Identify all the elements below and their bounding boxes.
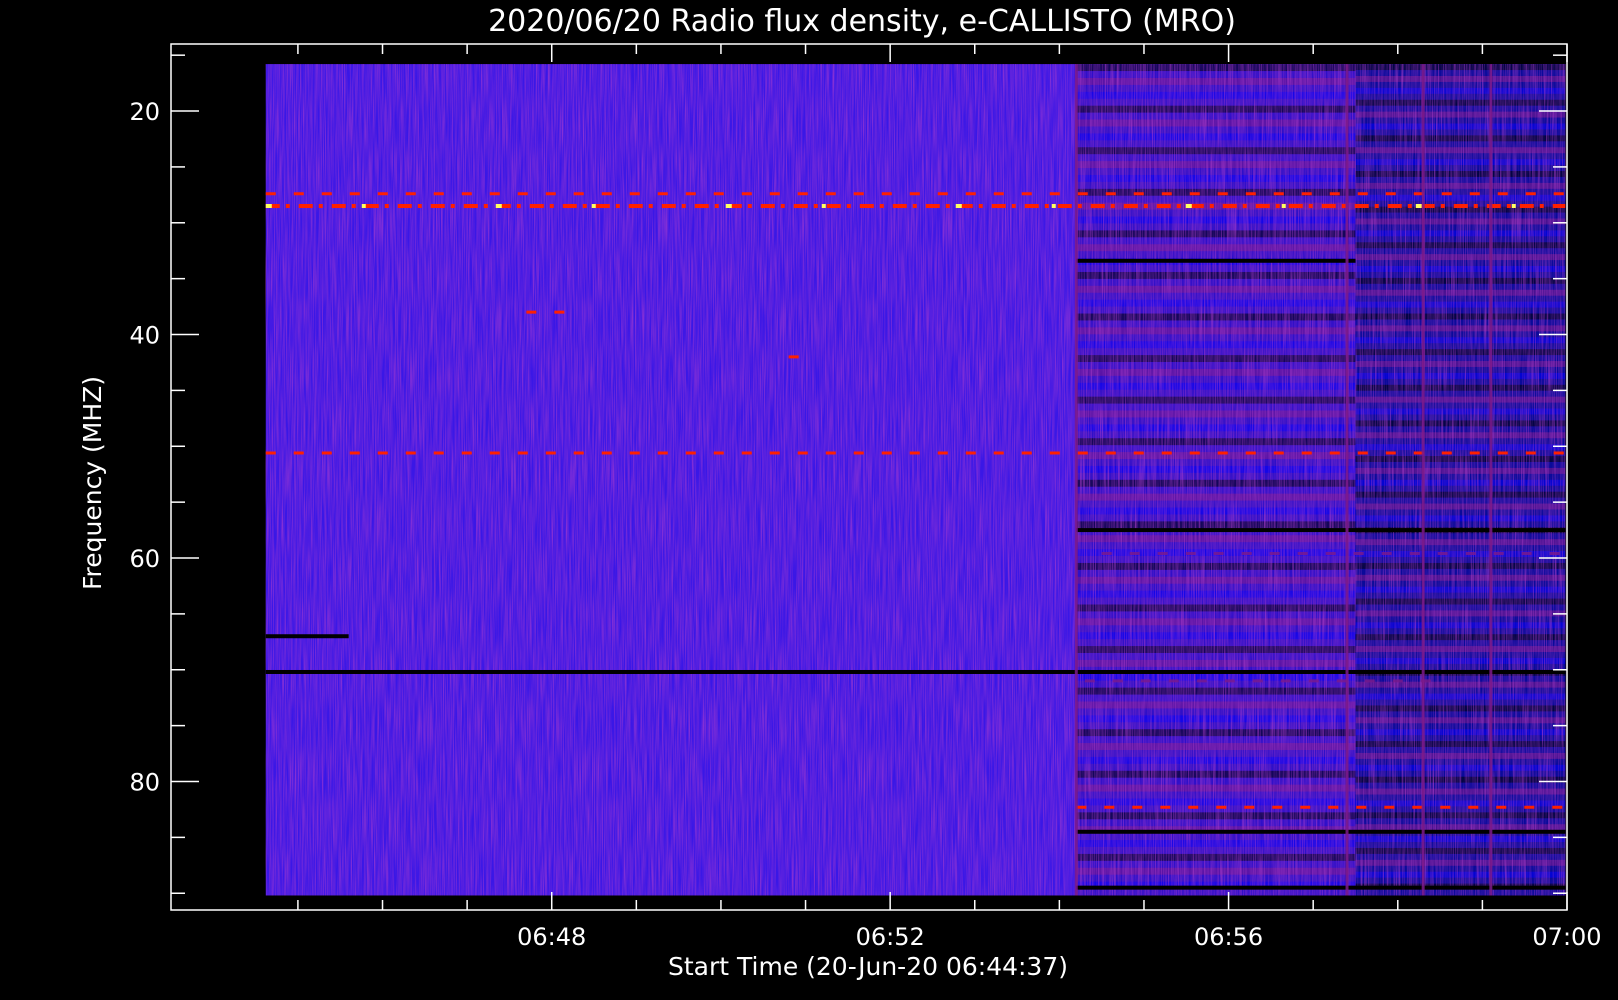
x-tick-label: 07:00: [1532, 923, 1601, 951]
x-tick-label: 06:52: [856, 923, 925, 951]
y-tick-label: 20: [129, 98, 160, 126]
spectrogram-chart: 2020/06/20 Radio flux density, e-CALLIST…: [78, 4, 1602, 981]
x-tick-label: 06:48: [517, 923, 586, 951]
y-tick-label: 60: [129, 545, 160, 573]
dark-band: [265, 634, 349, 639]
dark-band: [1076, 258, 1356, 263]
x-tick-label: 06:56: [1194, 923, 1263, 951]
x-axis-label: Start Time (20-Jun-20 06:44:37): [668, 952, 1068, 981]
y-tick-label: 40: [129, 322, 160, 350]
plot-area: [265, 64, 1566, 896]
dark-band: [265, 669, 1566, 674]
y-tick-label: 80: [129, 768, 160, 796]
y-axis-label: Frequency (MHZ): [78, 376, 107, 590]
spectrogram-noise: [265, 64, 1566, 896]
chart-title: 2020/06/20 Radio flux density, e-CALLIST…: [488, 4, 1236, 39]
